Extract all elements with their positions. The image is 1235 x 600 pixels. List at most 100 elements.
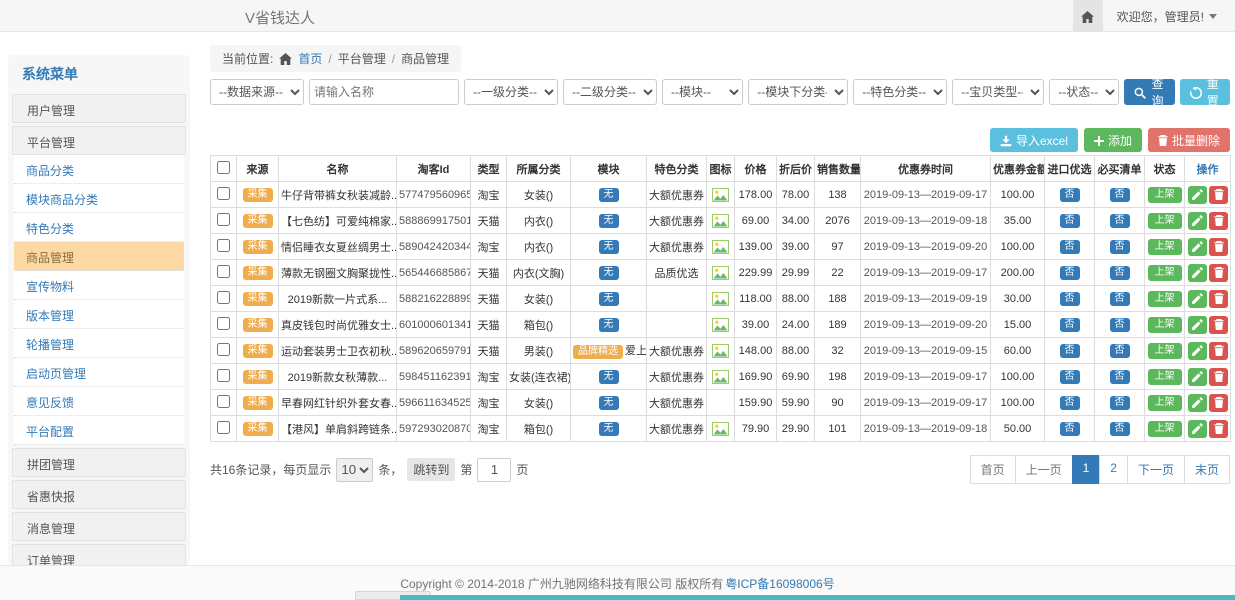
page-button-下一页[interactable]: 下一页 (1127, 455, 1185, 484)
sidebar-item-模块商品分类[interactable]: 模块商品分类 (14, 184, 184, 213)
sidebar-item-意见反馈[interactable]: 意见反馈 (14, 387, 184, 416)
filter-select-5[interactable]: --特色分类-- (853, 79, 947, 105)
sidebar-item-版本管理[interactable]: 版本管理 (14, 300, 184, 329)
icp-link[interactable]: 粤ICP备16098006号 (725, 575, 834, 592)
imported-toggle[interactable]: 否 (1060, 396, 1080, 410)
edit-button[interactable] (1188, 394, 1207, 412)
edit-button[interactable] (1188, 420, 1207, 438)
user-menu[interactable]: 欢迎您，管理员! (1103, 8, 1235, 25)
sidebar-item-用户管理[interactable]: 用户管理 (12, 94, 186, 123)
row-checkbox[interactable] (217, 395, 230, 408)
must-buy-toggle[interactable]: 否 (1110, 344, 1130, 358)
filter-select-0[interactable]: --数据来源-- (210, 79, 304, 105)
sidebar-item-消息管理[interactable]: 消息管理 (12, 512, 186, 541)
row-checkbox[interactable] (217, 265, 230, 278)
row-checkbox[interactable] (217, 343, 230, 356)
edit-button[interactable] (1188, 238, 1207, 256)
search-button[interactable]: 查询 (1124, 79, 1174, 105)
sidebar-item-拼团管理[interactable]: 拼团管理 (12, 448, 186, 477)
must-buy-toggle[interactable]: 否 (1110, 214, 1130, 228)
edit-button[interactable] (1188, 212, 1207, 230)
row-checkbox[interactable] (217, 317, 230, 330)
breadcrumb-home-link[interactable]: 首页 (298, 50, 322, 67)
row-checkbox[interactable] (217, 213, 230, 226)
imported-toggle[interactable]: 否 (1060, 318, 1080, 332)
status-badge[interactable]: 上架 (1148, 213, 1182, 229)
row-checkbox[interactable] (217, 291, 230, 304)
must-buy-toggle[interactable]: 否 (1110, 370, 1130, 384)
filter-select-3[interactable]: --模块-- (662, 79, 743, 105)
sidebar-item-宣传物料[interactable]: 宣传物料 (14, 271, 184, 300)
row-checkbox[interactable] (217, 187, 230, 200)
sidebar-item-商品管理[interactable]: 商品管理 (14, 242, 184, 271)
imported-toggle[interactable]: 否 (1060, 370, 1080, 384)
imported-toggle[interactable]: 否 (1060, 266, 1080, 280)
status-badge[interactable]: 上架 (1148, 395, 1182, 411)
sidebar-item-订单管理[interactable]: 订单管理 (12, 544, 186, 565)
sidebar-item-商品分类[interactable]: 商品分类 (14, 155, 184, 184)
delete-button[interactable] (1209, 264, 1228, 282)
select-all-checkbox[interactable] (217, 161, 230, 174)
sidebar-item-平台配置[interactable]: 平台配置 (14, 416, 184, 445)
filter-select-2[interactable]: --二级分类-- (563, 79, 657, 105)
status-badge[interactable]: 上架 (1148, 317, 1182, 333)
reset-button[interactable]: 重置 (1180, 79, 1230, 105)
must-buy-toggle[interactable]: 否 (1110, 422, 1130, 436)
edit-button[interactable] (1188, 342, 1207, 360)
batch-delete-button[interactable]: 批量删除 (1148, 128, 1230, 152)
status-badge[interactable]: 上架 (1148, 187, 1182, 203)
page-button-末页[interactable]: 末页 (1184, 455, 1230, 484)
sidebar-item-省惠快报[interactable]: 省惠快报 (12, 480, 186, 509)
edit-button[interactable] (1188, 368, 1207, 386)
jump-button[interactable]: 跳转到 (407, 458, 455, 481)
status-badge[interactable]: 上架 (1148, 239, 1182, 255)
imported-toggle[interactable]: 否 (1060, 292, 1080, 306)
delete-button[interactable] (1209, 420, 1228, 438)
add-button[interactable]: 添加 (1084, 128, 1142, 152)
delete-button[interactable] (1209, 290, 1228, 308)
status-badge[interactable]: 上架 (1148, 369, 1182, 385)
imported-toggle[interactable]: 否 (1060, 344, 1080, 358)
home-button[interactable] (1073, 0, 1103, 32)
delete-button[interactable] (1209, 186, 1228, 204)
must-buy-toggle[interactable]: 否 (1110, 266, 1130, 280)
imported-toggle[interactable]: 否 (1060, 422, 1080, 436)
sidebar-item-平台管理[interactable]: 平台管理 (12, 126, 186, 155)
must-buy-toggle[interactable]: 否 (1110, 318, 1130, 332)
name-search-input[interactable] (309, 79, 459, 105)
edit-button[interactable] (1188, 186, 1207, 204)
sidebar-item-特色分类[interactable]: 特色分类 (14, 213, 184, 242)
delete-button[interactable] (1209, 394, 1228, 412)
page-button-上一页[interactable]: 上一页 (1015, 455, 1073, 484)
row-checkbox[interactable] (217, 239, 230, 252)
status-badge[interactable]: 上架 (1148, 291, 1182, 307)
edit-button[interactable] (1188, 316, 1207, 334)
edit-button[interactable] (1188, 264, 1207, 282)
filter-select-6[interactable]: --宝贝类型-- (952, 79, 1044, 105)
page-button-2[interactable]: 2 (1099, 455, 1128, 484)
import-excel-button[interactable]: 导入excel (990, 128, 1078, 152)
edit-button[interactable] (1188, 290, 1207, 308)
page-button-首页[interactable]: 首页 (970, 455, 1016, 484)
sidebar-item-轮播管理[interactable]: 轮播管理 (14, 329, 184, 358)
must-buy-toggle[interactable]: 否 (1110, 292, 1130, 306)
sidebar-item-启动页管理[interactable]: 启动页管理 (14, 358, 184, 387)
per-page-select[interactable]: 10 (336, 458, 373, 482)
delete-button[interactable] (1209, 342, 1228, 360)
page-number-input[interactable] (477, 458, 511, 482)
imported-toggle[interactable]: 否 (1060, 214, 1080, 228)
row-checkbox[interactable] (217, 421, 230, 434)
imported-toggle[interactable]: 否 (1060, 188, 1080, 202)
status-badge[interactable]: 上架 (1148, 421, 1182, 437)
must-buy-toggle[interactable]: 否 (1110, 188, 1130, 202)
delete-button[interactable] (1209, 238, 1228, 256)
delete-button[interactable] (1209, 368, 1228, 386)
imported-toggle[interactable]: 否 (1060, 240, 1080, 254)
must-buy-toggle[interactable]: 否 (1110, 396, 1130, 410)
filter-select-7[interactable]: --状态-- (1049, 79, 1119, 105)
delete-button[interactable] (1209, 212, 1228, 230)
row-checkbox[interactable] (217, 369, 230, 382)
status-badge[interactable]: 上架 (1148, 265, 1182, 281)
filter-select-1[interactable]: --一级分类-- (464, 79, 558, 105)
must-buy-toggle[interactable]: 否 (1110, 240, 1130, 254)
